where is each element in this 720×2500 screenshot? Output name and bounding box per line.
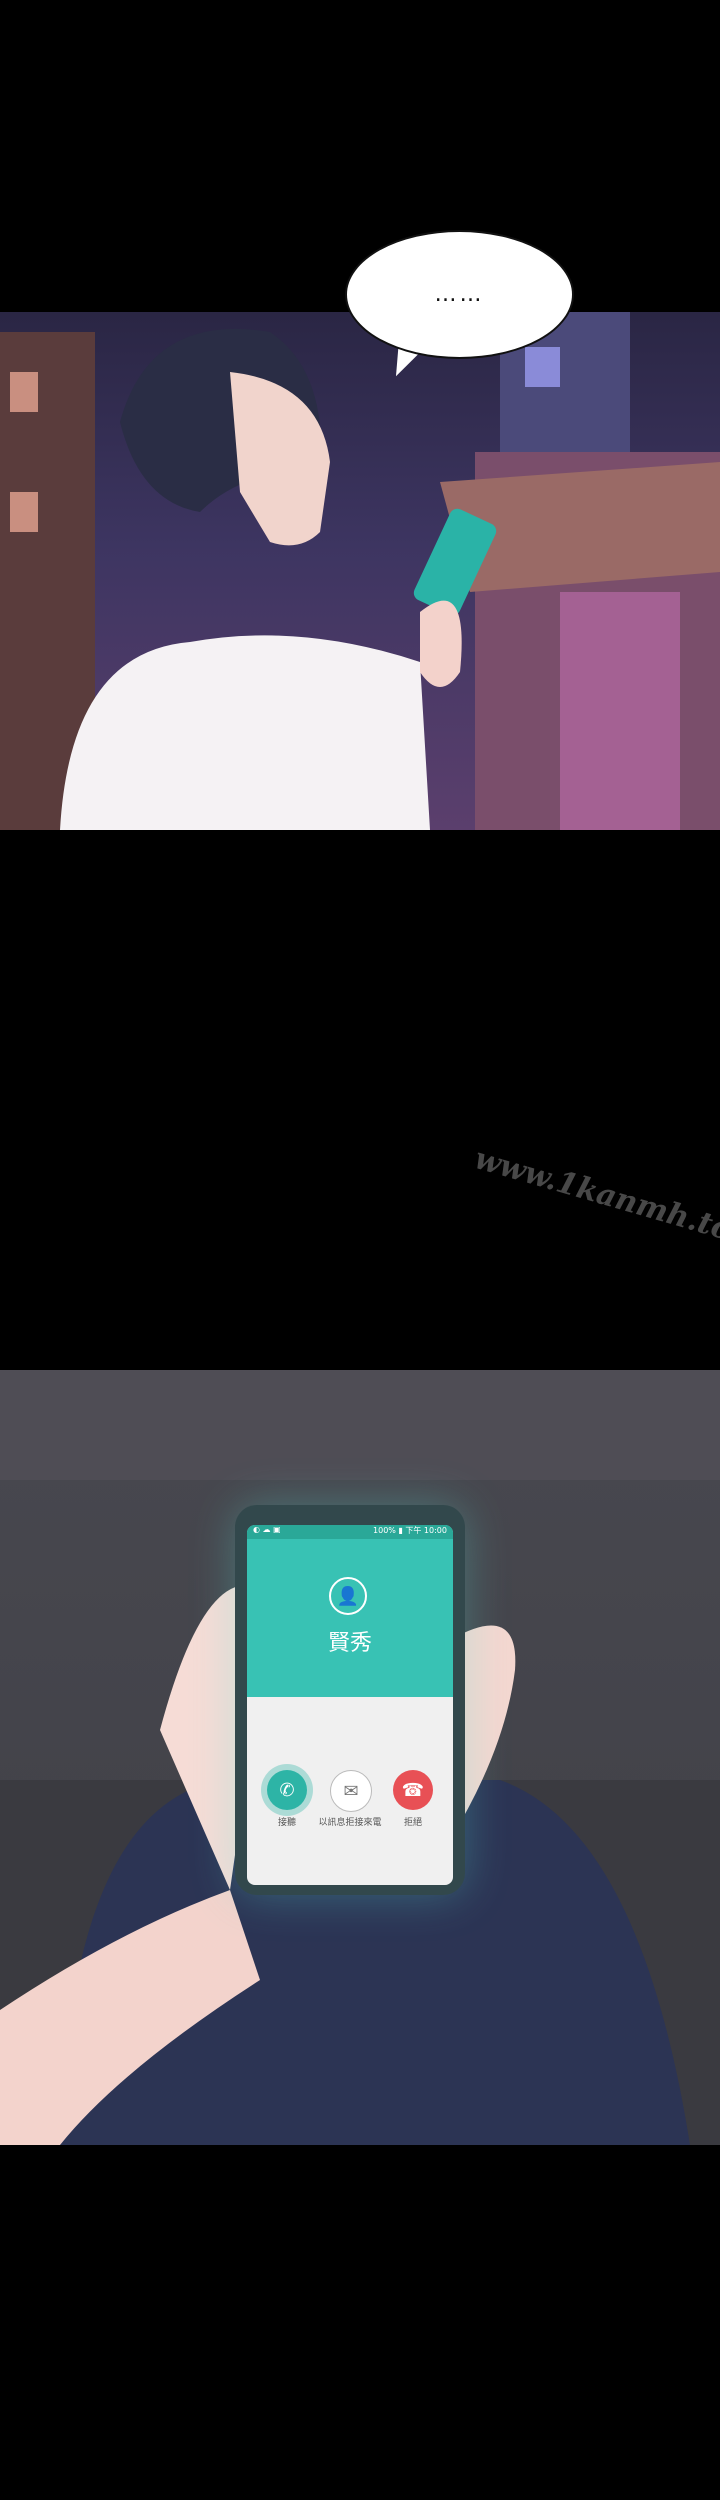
envelope-icon: ✉: [343, 1780, 359, 1802]
phone: ◐ ☁ ▣ 100% ▮ 下午 10:00 👤 賢秀 ✆ 接聽 ✉ 以訊息拒接來…: [235, 1505, 465, 1895]
phone-icon: ✆: [279, 1779, 295, 1801]
night-scene-illustration: [0, 312, 720, 830]
message-label: 以訊息拒接來電: [318, 1818, 382, 1828]
caller-name: 賢秀: [327, 1631, 372, 1656]
decline-label: 拒絕: [403, 1818, 422, 1828]
phone-screen: ◐ ☁ ▣ 100% ▮ 下午 10:00 👤 賢秀 ✆ 接聽 ✉ 以訊息拒接來…: [247, 1525, 453, 1885]
speech-bubble: ……: [345, 230, 574, 359]
user-icon: 👤: [329, 1577, 367, 1615]
speech-text: ……: [434, 282, 485, 307]
decline-button[interactable]: ☎: [393, 1770, 433, 1810]
message-button[interactable]: ✉: [330, 1770, 372, 1812]
answer-button[interactable]: ✆: [267, 1770, 307, 1810]
answer-label: 接聽: [277, 1818, 296, 1828]
status-icons-right: 100% ▮ 下午 10:00: [373, 1526, 447, 1535]
watermark-url: www.1kanmh.top: [470, 1141, 720, 1254]
caller-header: ◐ ☁ ▣ 100% ▮ 下午 10:00 👤 賢秀: [247, 1525, 453, 1697]
status-bar: ◐ ☁ ▣ 100% ▮ 下午 10:00: [247, 1525, 453, 1539]
night-scene-panel: [0, 312, 720, 830]
status-icons-left: ◐ ☁ ▣: [253, 1525, 281, 1534]
hangup-icon: ☎: [401, 1779, 425, 1801]
